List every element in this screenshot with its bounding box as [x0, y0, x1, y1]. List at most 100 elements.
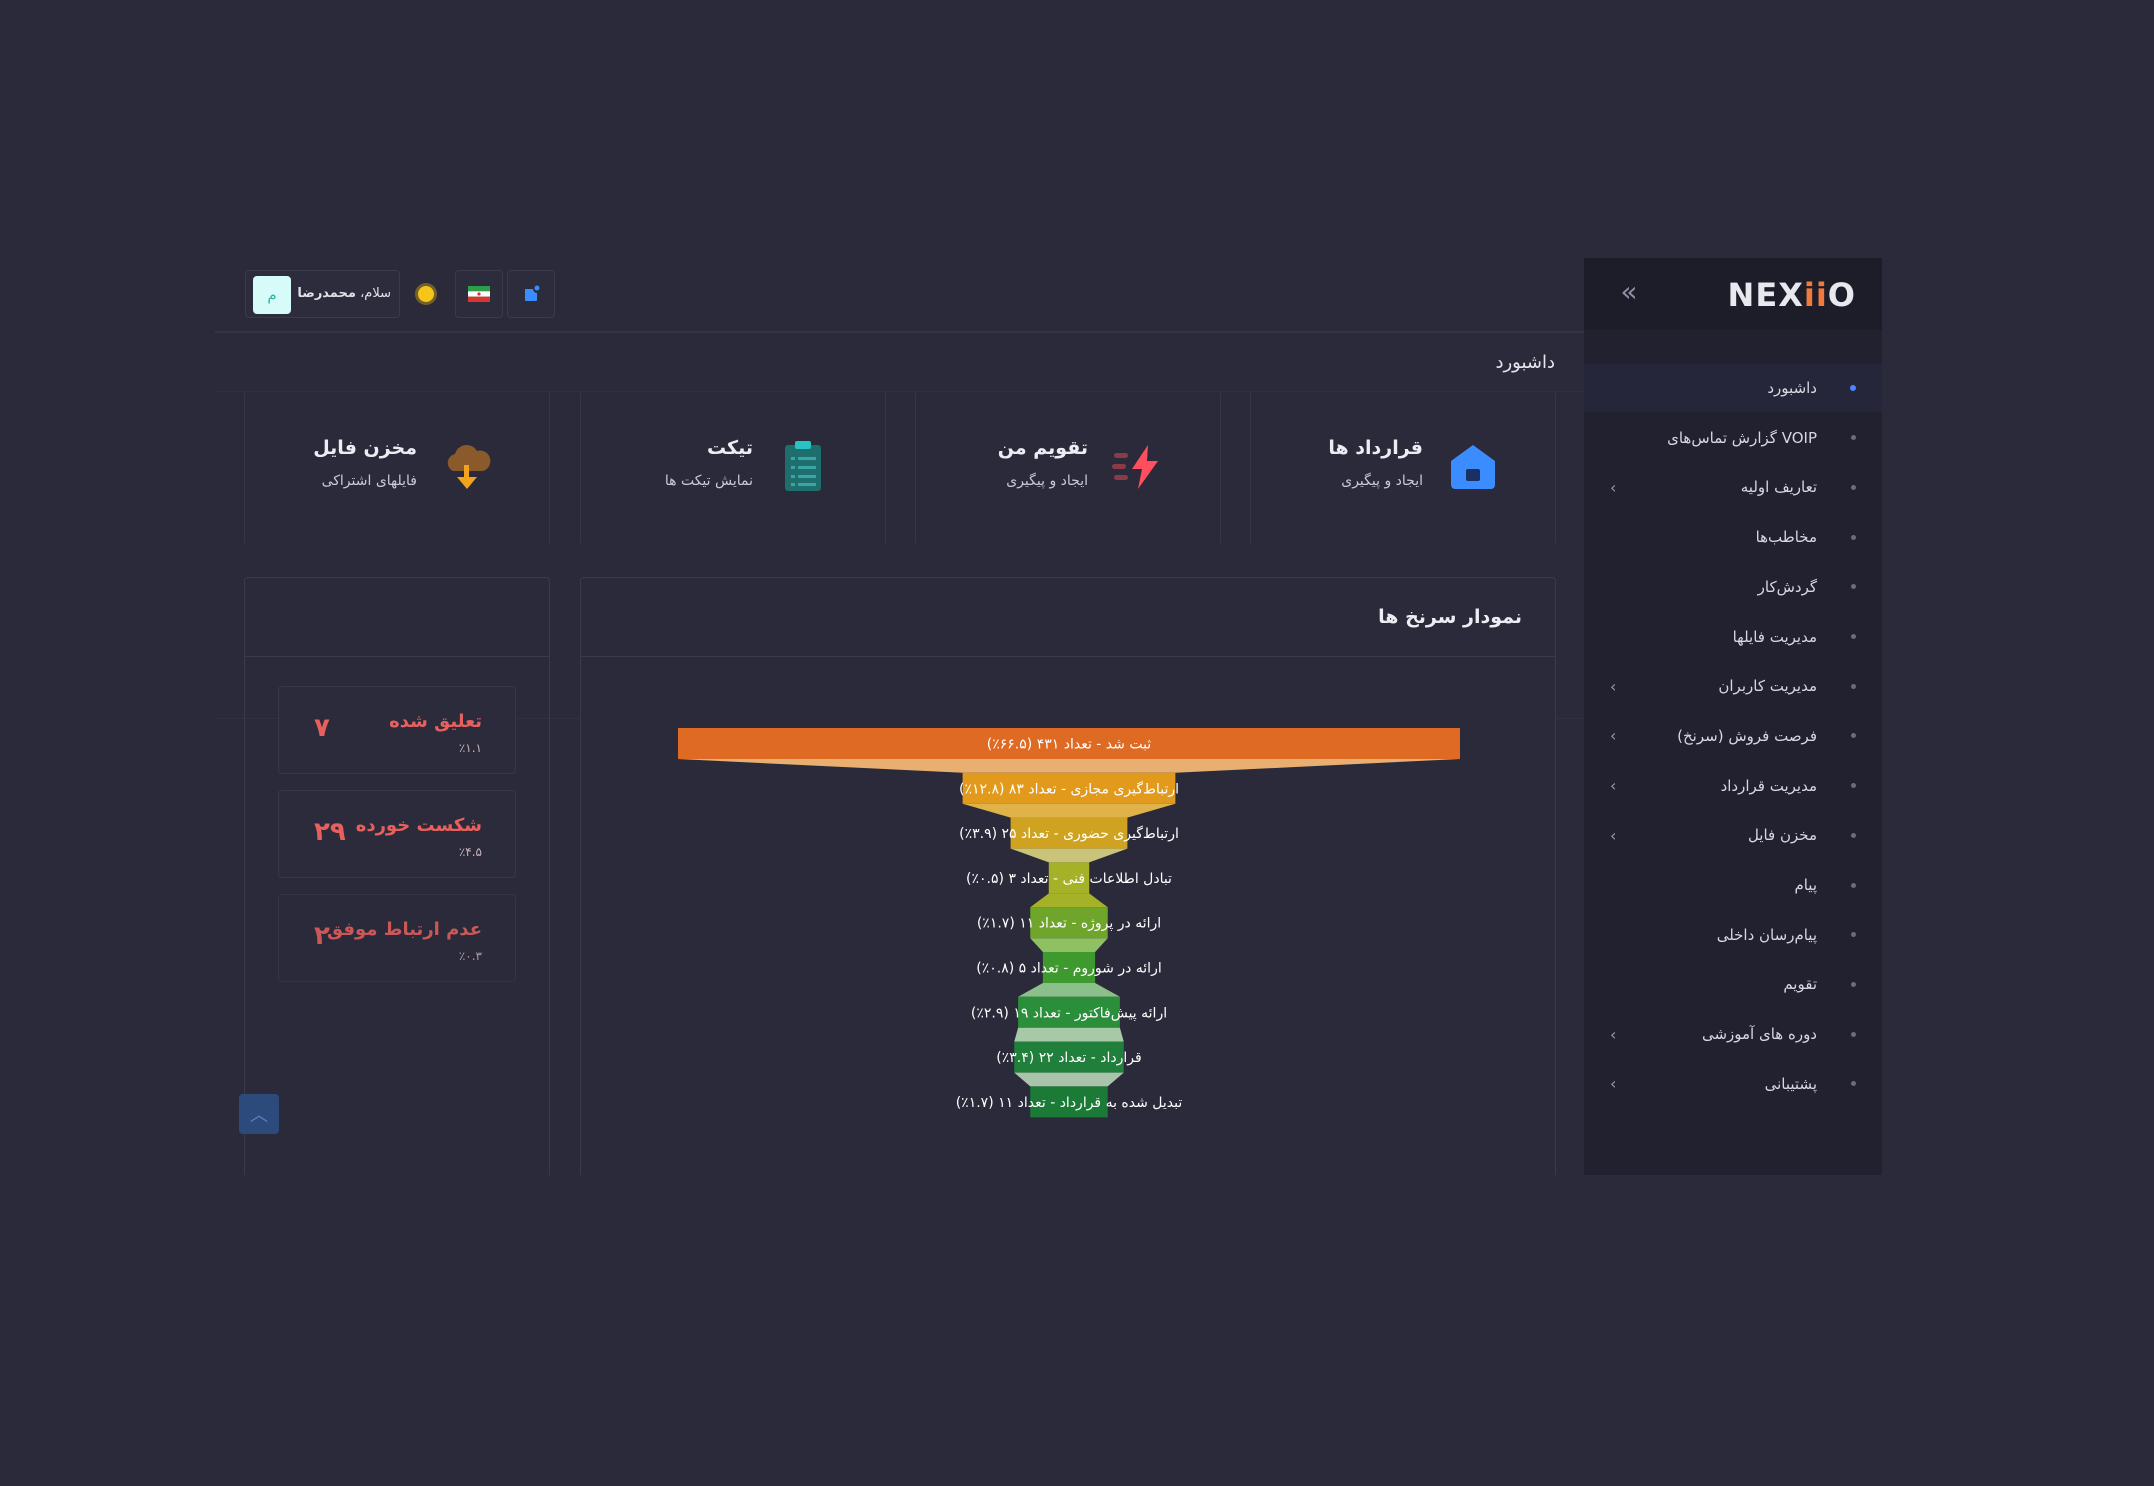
- sidebar-item-label: مخاطب‌ها: [1755, 528, 1817, 547]
- topbar-divider: [215, 331, 1584, 333]
- funnel-stage-label: تبادل اطلاعات فنی - تعداد ۳ (۰.۵٪): [966, 871, 1172, 887]
- status-card-percent: ٪۰.۳: [458, 949, 482, 963]
- sidebar-item[interactable]: گزارش تماس‌های VOIP: [1584, 414, 1882, 462]
- funnel-chart: ثبت شد - تعداد ۴۳۱ (۶۶.۵٪) ارتباط‌گیری مج…: [678, 728, 1460, 1118]
- funnel-stage-connector: [1014, 1027, 1124, 1042]
- sidebar-item[interactable]: پشتیبانی ‹: [1584, 1060, 1882, 1108]
- bullet-icon: [1851, 534, 1856, 540]
- sidebar: NEXiiO « داشبورد گزارش تماس‌های VOIP تعاری…: [1584, 258, 1882, 1175]
- sidebar-item[interactable]: مدیریت فایلها: [1584, 613, 1882, 661]
- panel-divider: [581, 656, 1555, 657]
- chevron-left-icon: ‹: [1610, 776, 1617, 796]
- chevron-left-icon: ‹: [1610, 726, 1617, 746]
- funnel-stage-label: ارائه پیش‌فاکتور - تعداد ۱۹ (۲.۹٪): [971, 1005, 1167, 1021]
- status-card-label: تعلیق شده: [389, 711, 482, 732]
- funnel-stage-label: ارتباط‌گیری حضوری - تعداد ۲۵ (۳.۹٪): [959, 825, 1179, 842]
- funnel-stage-label: ارائه در شوروم - تعداد ۵ (۰.۸٪): [976, 961, 1161, 977]
- bullet-icon: [1851, 484, 1856, 490]
- bullet-icon: [1851, 634, 1856, 639]
- user-greeting: سلام، محمدرضا: [297, 286, 391, 301]
- sidebar-item-label: فرصت فروش (سرنخ): [1677, 726, 1817, 745]
- status-card-percent: ٪۴.۵: [458, 845, 482, 859]
- quick-card-title: تیکت: [706, 437, 753, 459]
- sidebar-item[interactable]: پیام: [1584, 861, 1882, 909]
- lead-status-panel: تعلیق شده ٪۱.۱ ۷ شکست خورده ٪۴.۵ ۲۹ عدم …: [244, 577, 550, 1175]
- status-card-suspended[interactable]: تعلیق شده ٪۱.۱ ۷: [278, 686, 516, 774]
- funnel-stage-label: قرارداد - تعداد ۲۲ (۳.۴٪): [996, 1050, 1141, 1066]
- sidebar-item[interactable]: تعاریف اولیه ‹: [1584, 463, 1882, 511]
- quick-card-ticket[interactable]: تیکت نمایش تیکت ها: [580, 393, 886, 543]
- status-card-failed[interactable]: شکست خورده ٪۴.۵ ۲۹: [278, 790, 516, 878]
- funnel-stage-connector: [962, 803, 1176, 818]
- status-card-percent: ٪۱.۱: [458, 741, 482, 755]
- status-card-value: ۲: [314, 921, 330, 951]
- avatar[interactable]: م: [253, 276, 291, 314]
- sidebar-item-label: پیام: [1794, 876, 1817, 894]
- sidebar-item[interactable]: فرصت فروش (سرنخ) ‹: [1584, 712, 1882, 760]
- sidebar-item-label: گردش‌کار: [1757, 577, 1817, 596]
- sidebar-item-label: گزارش تماس‌های VOIP: [1667, 428, 1817, 447]
- funnel-chart-title: نمودار سرنخ ها: [1378, 606, 1522, 628]
- notification-button[interactable]: [507, 270, 555, 318]
- chevron-left-icon: ‹: [1610, 477, 1617, 497]
- bullet-icon: [1851, 981, 1856, 987]
- notification-icon: [525, 285, 540, 301]
- quick-card-title: مخزن فایل: [313, 437, 417, 459]
- sidebar-item[interactable]: داشبورد: [1584, 364, 1882, 412]
- funnel-stage-connector: [1014, 1072, 1124, 1087]
- lightning-icon: [1112, 445, 1158, 489]
- brand-logo[interactable]: NEXiiO: [1728, 276, 1856, 314]
- sidebar-item[interactable]: مدیریت قرارداد ‹: [1584, 762, 1882, 810]
- page-title: داشبورد: [1495, 352, 1555, 373]
- sidebar-item[interactable]: دوره های آموزشی ‹: [1584, 1010, 1882, 1058]
- sidebar-item-label: پیام‌رسان داخلی: [1716, 925, 1817, 944]
- funnel-stage-connector: [1030, 893, 1108, 908]
- clipboard-icon: [785, 441, 821, 491]
- sidebar-item-label: تقویم: [1783, 975, 1817, 994]
- quick-card-subtitle: نمایش تیکت ها: [664, 473, 753, 489]
- status-card-no-contact[interactable]: عدم ارتباط موفق ٪۰.۳ ۲: [278, 894, 516, 982]
- cloud-download-icon: [447, 445, 491, 489]
- status-card-label: عدم ارتباط موفق: [327, 919, 482, 940]
- user-menu[interactable]: م سلام، محمدرضا: [245, 270, 400, 318]
- sidebar-item-label: تعاریف اولیه: [1740, 478, 1817, 497]
- bullet-icon: [1851, 1081, 1856, 1087]
- funnel-chart-panel: ثبت شد - تعداد ۴۳۱ (۶۶.۵٪) ارتباط‌گیری مج…: [580, 577, 1556, 1175]
- sidebar-item-label: مخزن فایل: [1747, 826, 1817, 845]
- sidebar-header: NEXiiO «: [1584, 258, 1882, 330]
- sidebar-item[interactable]: گردش‌کار: [1584, 563, 1882, 611]
- panel-divider: [245, 656, 549, 657]
- funnel-stage-connector: [678, 759, 1460, 773]
- quick-card-calendar[interactable]: تقویم من ایجاد و پیگیری: [915, 393, 1221, 543]
- quick-card-subtitle: ایجاد و پیگیری: [1341, 473, 1423, 489]
- chevron-up-icon: ︿: [250, 1105, 268, 1126]
- sidebar-item[interactable]: مدیریت کاربران ‹: [1584, 662, 1882, 710]
- funnel-stage-connector: [1018, 983, 1120, 997]
- bullet-icon: [1851, 1031, 1856, 1037]
- sidebar-collapse-button[interactable]: «: [1614, 278, 1644, 308]
- sidebar-item[interactable]: مخزن فایل ‹: [1584, 811, 1882, 859]
- quick-card-subtitle: ایجاد و پیگیری: [1006, 473, 1088, 489]
- status-card-value: ۷: [314, 713, 330, 743]
- status-card-label: شکست خورده: [355, 815, 482, 836]
- funnel-stage-label: تبدیل شده به قرارداد - تعداد ۱۱ (۱.۷٪): [956, 1095, 1183, 1111]
- sidebar-item[interactable]: تقویم: [1584, 960, 1882, 1008]
- bullet-icon: [1851, 932, 1856, 938]
- chevron-left-icon: ‹: [1610, 1074, 1617, 1094]
- bullet-icon: [1851, 733, 1856, 739]
- sidebar-item-label: مدیریت فایلها: [1732, 627, 1817, 646]
- sidebar-item-label: مدیریت قرارداد: [1720, 776, 1817, 795]
- bullet-icon: [1851, 783, 1856, 789]
- scroll-to-top-button[interactable]: ︿: [239, 1094, 279, 1134]
- sidebar-item[interactable]: پیام‌رسان داخلی: [1584, 911, 1882, 959]
- sidebar-item-label: پشتیبانی: [1764, 1074, 1817, 1093]
- bullet-icon: [1851, 435, 1856, 441]
- language-button[interactable]: [455, 270, 503, 318]
- quick-card-contracts[interactable]: قرارداد ها ایجاد و پیگیری: [1250, 393, 1556, 543]
- quick-card-file-storage[interactable]: مخزن فایل فایلهای اشتراکی: [244, 393, 550, 543]
- house-icon: [1451, 445, 1495, 489]
- bullet-icon: [1851, 832, 1856, 838]
- sidebar-item[interactable]: مخاطب‌ها: [1584, 513, 1882, 561]
- theme-toggle-sun-icon[interactable]: [418, 286, 434, 302]
- chevron-left-icon: ‹: [1610, 825, 1617, 845]
